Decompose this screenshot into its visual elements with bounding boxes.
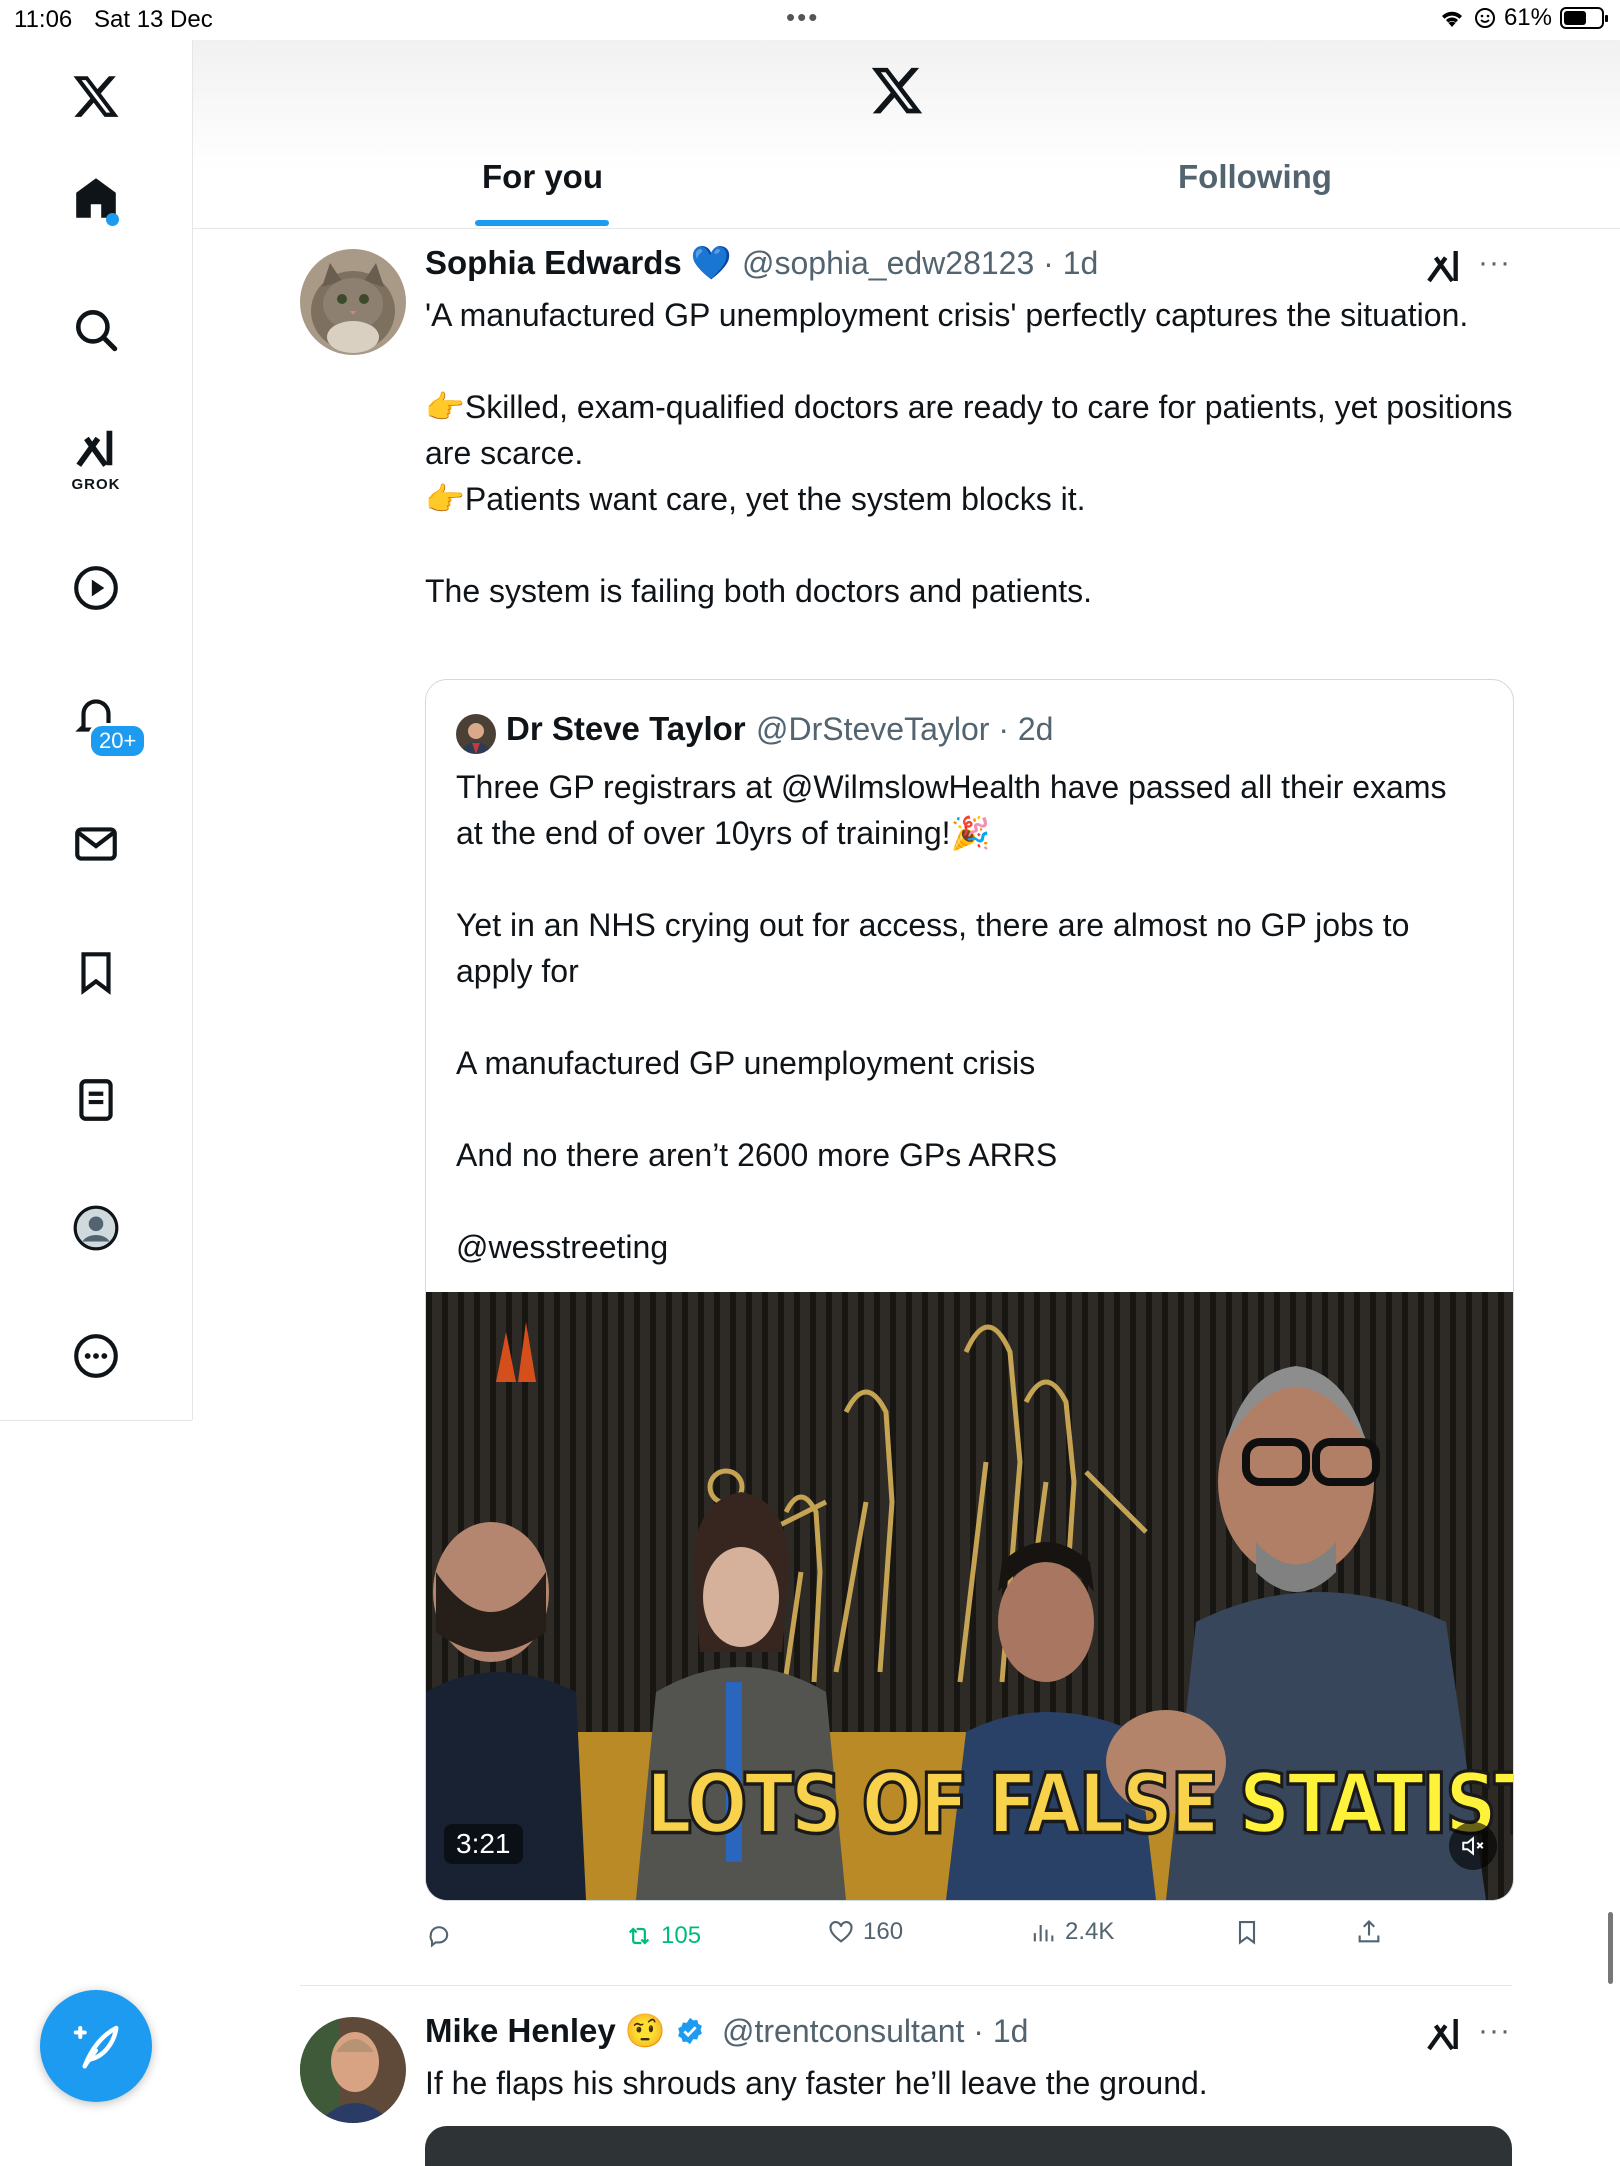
tab-for-you[interactable]: For you bbox=[482, 158, 603, 196]
views-count: 2.4K bbox=[1065, 1918, 1115, 1945]
post-author-avatar[interactable] bbox=[300, 249, 406, 355]
post2-grok-icon[interactable] bbox=[1424, 2014, 1464, 2054]
compose-feather-icon bbox=[73, 2025, 119, 2069]
status-right: 61% bbox=[1438, 4, 1608, 32]
post-actions-bar: 105 160 2.4K bbox=[425, 1916, 1425, 1956]
sidebar-divider bbox=[0, 1420, 192, 1421]
bookmark-post-button[interactable] bbox=[1233, 1918, 1261, 1946]
video-duration: 3:21 bbox=[444, 1824, 523, 1864]
home-unread-dot bbox=[106, 213, 119, 226]
x-logo-icon bbox=[73, 76, 119, 117]
repost-button[interactable]: 105 bbox=[625, 1922, 701, 1950]
battery-percent: 61% bbox=[1503, 4, 1552, 31]
heart-icon bbox=[829, 1921, 853, 1943]
bookmark-icon bbox=[81, 952, 111, 995]
raised-eyebrow-emoji: 🤨 bbox=[624, 2012, 667, 2049]
sidebar-item-lists[interactable] bbox=[60, 1064, 132, 1136]
scrollbar-thumb[interactable] bbox=[1608, 1912, 1613, 1984]
sidebar-item-more[interactable] bbox=[60, 1320, 132, 1392]
video-caption-overlay: LOTS OF FALSE STATISTICS bbox=[645, 1754, 1513, 1854]
post2-body-text: If he flaps his shrouds any faster he’ll… bbox=[425, 2065, 1208, 2101]
search-icon bbox=[76, 310, 118, 352]
cat-avatar-image bbox=[300, 249, 406, 355]
more-circle-icon bbox=[74, 1334, 118, 1378]
post2-author-handle[interactable]: @trentconsultant · 1d bbox=[722, 2013, 1028, 2050]
blue-heart-emoji: 💙 bbox=[690, 244, 732, 281]
share-upload-icon bbox=[1358, 1920, 1380, 1943]
like-button[interactable]: 160 bbox=[827, 1918, 903, 1946]
muted-speaker-icon bbox=[1462, 1836, 1484, 1856]
notifications-badge: 20+ bbox=[88, 723, 148, 759]
quoted-author-handle: @DrSteveTaylor · 2d bbox=[756, 711, 1054, 747]
grok-icon bbox=[76, 430, 113, 467]
status-date: Sat 13 Dec bbox=[94, 6, 213, 33]
bookmark-outline-icon bbox=[1238, 1921, 1256, 1945]
post2-author-avatar[interactable] bbox=[300, 2017, 406, 2123]
multitask-dots-icon[interactable]: ••• bbox=[786, 2, 819, 33]
post2-more-options-icon[interactable]: ··· bbox=[1478, 2014, 1511, 2048]
sidebar-item-search[interactable] bbox=[60, 294, 132, 366]
tab-following[interactable]: Following bbox=[1178, 158, 1332, 196]
share-button[interactable] bbox=[1355, 1918, 1383, 1946]
verified-badge-icon bbox=[678, 2017, 703, 2045]
sidebar-nav: GROK 20+ bbox=[0, 40, 193, 1421]
quoted-post[interactable]: Dr Steve Taylor @DrSteveTaylor · 2d Thre… bbox=[425, 679, 1514, 1901]
views-button[interactable]: 2.4K bbox=[1029, 1918, 1114, 1946]
sidebar-item-video[interactable] bbox=[60, 552, 132, 624]
quoted-author-avatar bbox=[456, 714, 496, 754]
analytics-bars-icon bbox=[1033, 1925, 1054, 1942]
post-author-handle[interactable]: @sophia_edw28123 · 1d bbox=[742, 245, 1098, 282]
profile-avatar-icon bbox=[73, 1205, 119, 1251]
x-header-logo-icon[interactable] bbox=[869, 62, 925, 118]
sidebar-item-bookmarks[interactable] bbox=[60, 936, 132, 1008]
sidebar-item-messages[interactable] bbox=[60, 808, 132, 880]
repost-count: 105 bbox=[661, 1922, 702, 1949]
post2-author-name[interactable]: Mike Henley 🤨 bbox=[425, 2012, 705, 2051]
grok-explain-icon[interactable] bbox=[1424, 246, 1464, 286]
timeline-header: For you Following bbox=[193, 40, 1620, 229]
status-time: 11:06 bbox=[14, 6, 73, 33]
list-icon bbox=[79, 1079, 113, 1121]
play-circle-icon bbox=[74, 566, 118, 610]
active-tab-indicator bbox=[475, 220, 609, 226]
quoted-post-text: Three GP registrars at @WilmslowHealth h… bbox=[456, 769, 1447, 1265]
focus-smiley-icon bbox=[1474, 8, 1495, 28]
post-more-options-icon[interactable]: ··· bbox=[1478, 246, 1511, 280]
caption-part-a: LOTS OF FALSE bbox=[645, 1754, 1222, 1854]
post-divider bbox=[300, 1985, 1512, 1986]
compose-post-button[interactable] bbox=[40, 1990, 152, 2102]
quoted-avatar-image bbox=[456, 714, 496, 754]
author-name-text: Sophia Edwards bbox=[425, 244, 682, 281]
post2-name-text: Mike Henley bbox=[425, 2012, 616, 2049]
x-logo[interactable] bbox=[60, 60, 132, 132]
battery-icon bbox=[1560, 7, 1608, 29]
reply-button[interactable] bbox=[425, 1922, 461, 1950]
sidebar-item-home[interactable] bbox=[60, 162, 132, 234]
sidebar-item-grok[interactable]: GROK bbox=[60, 420, 132, 493]
repost-icon bbox=[628, 1927, 650, 1945]
quoted-video-player[interactable]: LOTS OF FALSE STATISTICS 3:21 bbox=[426, 1292, 1513, 1900]
wifi-icon bbox=[1441, 11, 1462, 27]
like-count: 160 bbox=[863, 1918, 904, 1945]
post2-media-preview[interactable] bbox=[425, 2126, 1512, 2166]
sidebar-item-profile[interactable] bbox=[60, 1192, 132, 1264]
mail-icon bbox=[75, 827, 117, 861]
reply-bubble-icon bbox=[429, 1926, 449, 1948]
mike-avatar-image bbox=[300, 2017, 406, 2123]
mute-toggle-button[interactable] bbox=[1449, 1822, 1497, 1870]
grok-label: GROK bbox=[71, 476, 121, 493]
post-body-text: 'A manufactured GP unemployment crisis' … bbox=[425, 297, 1513, 609]
status-bar: 11:06 Sat 13 Dec ••• 61% bbox=[0, 0, 1620, 40]
post-author-name[interactable]: Sophia Edwards 💙 bbox=[425, 244, 732, 283]
quoted-author-name: Dr Steve Taylor bbox=[506, 710, 746, 747]
